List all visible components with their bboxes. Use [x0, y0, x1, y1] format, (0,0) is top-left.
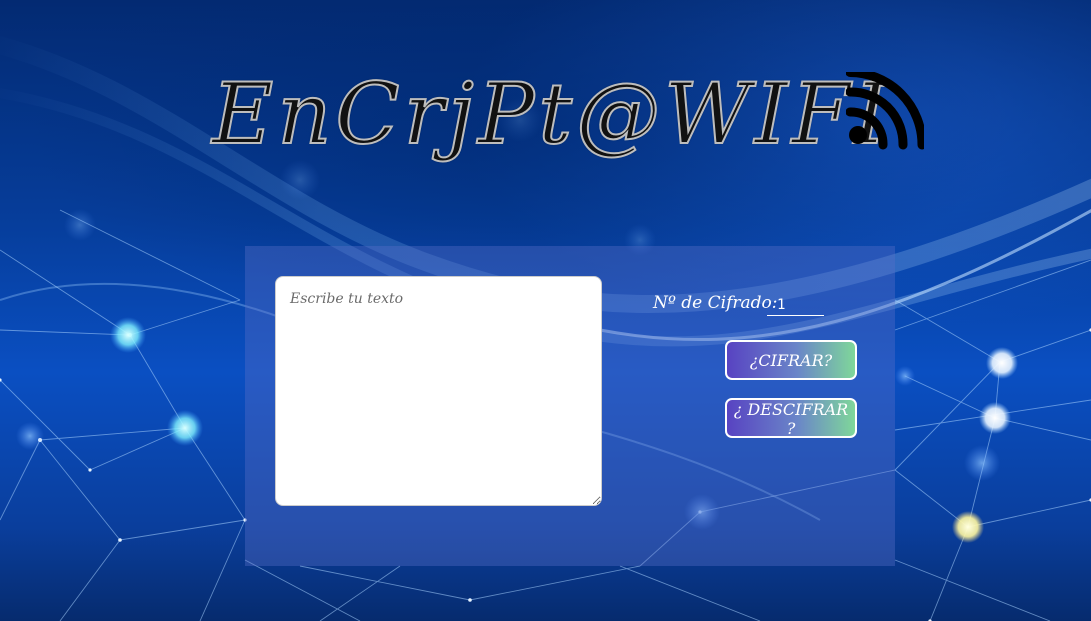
encrypt-button[interactable]: ¿CIFRAR?: [725, 340, 857, 380]
decrypt-button[interactable]: ¿ DESCIFRAR ?: [725, 398, 857, 438]
cipher-number-input[interactable]: [767, 294, 824, 316]
app-title: EnCrjPt@WIFI: [211, 64, 892, 164]
cipher-panel: Nº de Cifrado: ¿CIFRAR? ¿ DESCIFRAR ?: [245, 246, 895, 566]
header: EnCrjPt@WIFI: [0, 58, 1091, 178]
cipher-number-label: Nº de Cifrado:: [653, 293, 778, 313]
wifi-rss-icon: [846, 72, 924, 150]
message-textarea[interactable]: [275, 276, 602, 506]
